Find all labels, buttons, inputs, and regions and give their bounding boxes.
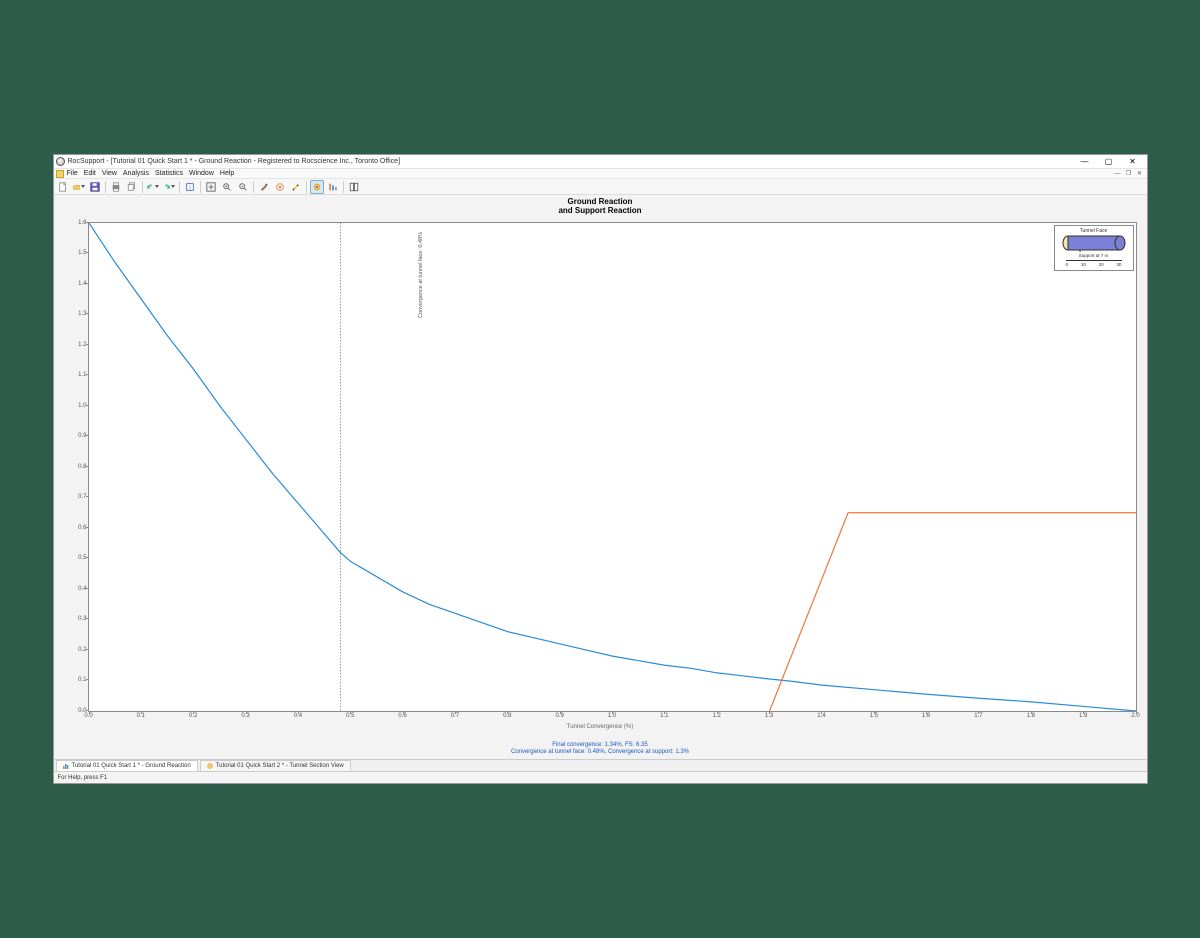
statusbar: For Help, press F1 bbox=[54, 771, 1147, 783]
menu-view[interactable]: View bbox=[102, 170, 117, 177]
title-text: RocSupport - [Tutorial 01 Quick Start 1 … bbox=[68, 158, 1073, 165]
titlebar: RocSupport - [Tutorial 01 Quick Start 1 … bbox=[54, 155, 1147, 169]
info-button[interactable]: i bbox=[183, 180, 197, 194]
maximize-button[interactable]: ▢ bbox=[1097, 156, 1121, 168]
tunnel-illustration-icon bbox=[1060, 234, 1128, 252]
tab-ground-reaction[interactable]: Tutorial 01 Quick Start 1 * - Ground Rea… bbox=[56, 760, 198, 771]
tab-label-0: Tutorial 01 Quick Start 1 * - Ground Rea… bbox=[72, 763, 191, 769]
project-settings-button[interactable] bbox=[257, 180, 271, 194]
support-parameters-button[interactable] bbox=[289, 180, 303, 194]
tunnel-parameters-button[interactable] bbox=[273, 180, 287, 194]
plot-canvas bbox=[89, 223, 1136, 711]
redo-button[interactable] bbox=[162, 180, 176, 194]
inset-ruler: 0 10 20 30 bbox=[1066, 260, 1122, 267]
save-file-button[interactable] bbox=[88, 180, 102, 194]
inset-ruler-10: 10 bbox=[1081, 262, 1086, 267]
tab-label-1: Tutorial 01 Quick Start 2 * - Tunnel Sec… bbox=[216, 763, 344, 769]
x-axis-label: Tunnel Convergence (%) bbox=[567, 724, 633, 730]
tab-icon-chart bbox=[63, 763, 69, 769]
plot-wrap: Support Pressure (MPa) Tunnel Convergenc… bbox=[58, 218, 1143, 740]
mdi-controls: — ❐ ✕ bbox=[1113, 170, 1145, 178]
inset-ruler-30: 30 bbox=[1116, 262, 1121, 267]
chart-title: Ground Reaction and Support Reaction bbox=[54, 195, 1147, 218]
copy-button[interactable] bbox=[125, 180, 139, 194]
document-tabs: Tutorial 01 Quick Start 1 * - Ground Rea… bbox=[54, 759, 1147, 771]
menu-edit[interactable]: Edit bbox=[84, 170, 96, 177]
inset-support-note: Support at 7 m bbox=[1079, 253, 1109, 258]
summary-line1: Final convergence: 1.34%, FS: 6.35 bbox=[54, 742, 1147, 749]
inset-panel: Tunnel Face Support at 7 m 0 10 20 30 bbox=[1054, 225, 1134, 271]
mdi-restore-button[interactable]: ❐ bbox=[1124, 170, 1134, 178]
window-controls: — ▢ ✕ bbox=[1073, 156, 1145, 168]
menu-bar: File Edit View Analysis Statistics Windo… bbox=[54, 169, 1147, 179]
menu-statistics[interactable]: Statistics bbox=[155, 170, 183, 177]
toolbar: i bbox=[54, 179, 1147, 195]
menu-file[interactable]: File bbox=[67, 170, 78, 177]
app-icon bbox=[56, 157, 65, 166]
zoom-out-button[interactable] bbox=[236, 180, 250, 194]
close-button[interactable]: ✕ bbox=[1121, 156, 1145, 168]
print-button[interactable] bbox=[109, 180, 123, 194]
app-window: RocSupport - [Tutorial 01 Quick Start 1 … bbox=[53, 154, 1148, 784]
menu-window[interactable]: Window bbox=[189, 170, 214, 177]
plot-frame[interactable]: Tunnel Face Support at 7 m 0 10 20 30 bbox=[88, 222, 1137, 712]
tile-windows-button[interactable] bbox=[347, 180, 361, 194]
undo-button[interactable] bbox=[146, 180, 160, 194]
inset-ruler-20: 20 bbox=[1099, 262, 1104, 267]
statusbar-text: For Help, press F1 bbox=[58, 775, 108, 781]
menu-analysis[interactable]: Analysis bbox=[123, 170, 149, 177]
document-icon bbox=[56, 170, 64, 178]
tunnel-section-view-button[interactable] bbox=[326, 180, 340, 194]
client-area: Ground Reaction and Support Reaction Sup… bbox=[54, 195, 1147, 759]
summary-line2: Convergence at tunnel face: 0.48%, Conve… bbox=[54, 749, 1147, 756]
open-file-button[interactable] bbox=[72, 180, 86, 194]
minimize-button[interactable]: — bbox=[1073, 156, 1097, 168]
summary-text: Final convergence: 1.34%, FS: 6.35 Conve… bbox=[54, 740, 1147, 759]
zoom-in-button[interactable] bbox=[220, 180, 234, 194]
inset-ruler-0: 0 bbox=[1066, 262, 1069, 267]
new-file-button[interactable] bbox=[56, 180, 70, 194]
svg-text:i: i bbox=[189, 185, 190, 191]
zoom-extents-button[interactable] bbox=[204, 180, 218, 194]
chart-title-line2: and Support Reaction bbox=[54, 207, 1147, 216]
mdi-minimize-button[interactable]: — bbox=[1113, 170, 1123, 178]
ground-reaction-view-button[interactable] bbox=[310, 180, 324, 194]
menu-help[interactable]: Help bbox=[220, 170, 234, 177]
tab-icon-tunnel bbox=[207, 763, 213, 769]
convergence-marker-label: Convergence at tunnel face: 0.48% bbox=[418, 232, 424, 318]
tab-tunnel-section[interactable]: Tutorial 01 Quick Start 2 * - Tunnel Sec… bbox=[200, 760, 351, 771]
mdi-close-button[interactable]: ✕ bbox=[1135, 170, 1145, 178]
menus: File Edit View Analysis Statistics Windo… bbox=[67, 170, 1113, 177]
